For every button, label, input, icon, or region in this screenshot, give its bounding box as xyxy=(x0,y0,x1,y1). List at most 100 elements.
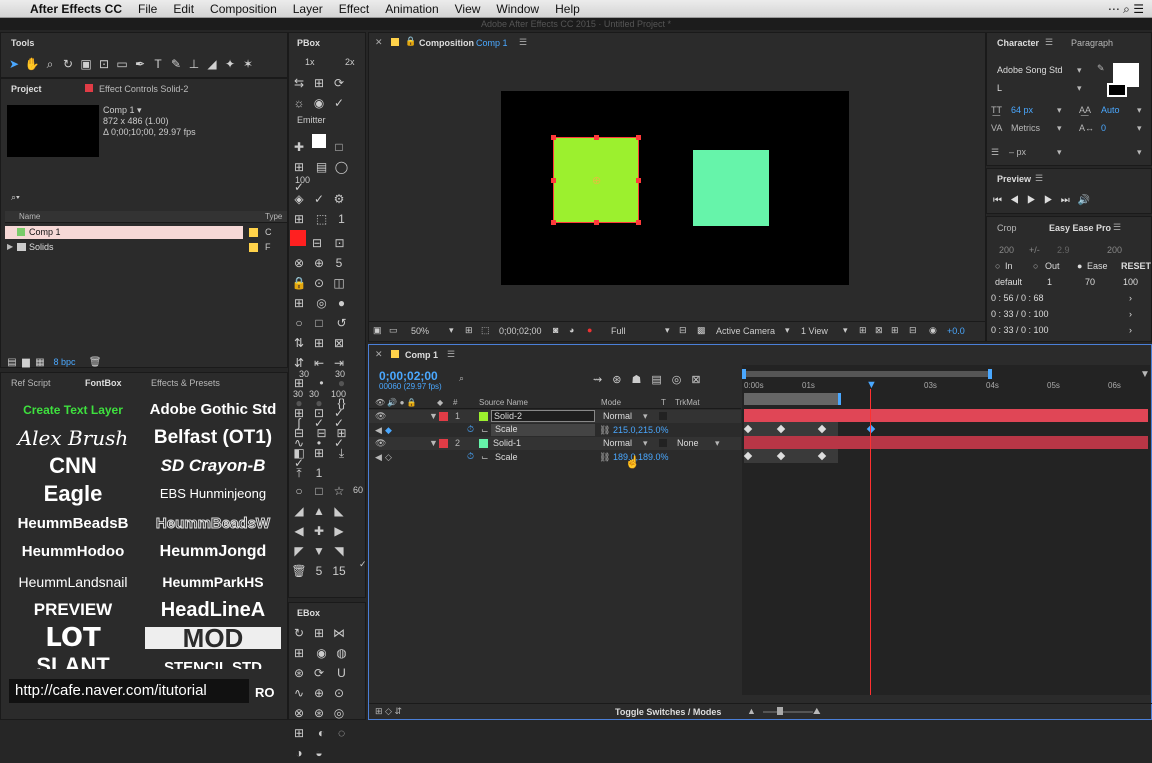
checkmark-icon[interactable]: ✓ xyxy=(330,94,348,112)
kerning-select[interactable]: Metrics xyxy=(1011,123,1040,133)
solid-1-layer[interactable] xyxy=(693,150,769,226)
collapse-arrow-icon[interactable]: ▼ xyxy=(429,411,438,421)
bpc-button[interactable]: 8 bpc xyxy=(54,357,76,367)
font-item[interactable]: HeummParkHS xyxy=(145,569,281,595)
label-column-icon[interactable]: ◆ xyxy=(437,398,443,407)
preset-value[interactable]: 70 xyxy=(1085,277,1095,287)
preset-icon[interactable]: ⊞ xyxy=(333,424,351,442)
lock-icon[interactable]: 🔒 xyxy=(290,274,308,292)
in-label[interactable]: In xyxy=(1005,261,1013,271)
circle-icon[interactable]: ◯ xyxy=(333,158,351,176)
preset-icon[interactable]: ⊟ xyxy=(290,424,308,442)
font-style-select[interactable]: L xyxy=(997,83,1002,93)
layer-name[interactable]: Solid-1 xyxy=(493,438,521,448)
preset-icon[interactable]: ⊛ xyxy=(310,704,328,722)
arrow-right-icon[interactable]: ▶ xyxy=(330,522,348,540)
chevron-down-icon[interactable]: ▾ xyxy=(1137,123,1142,134)
chevron-right-icon[interactable]: › xyxy=(1129,325,1132,335)
upload-icon[interactable]: ⤒ xyxy=(290,464,308,482)
preset-value[interactable]: 100 xyxy=(1123,277,1138,287)
transform-handle[interactable] xyxy=(594,220,599,225)
preset-icon[interactable]: ⇅ xyxy=(290,334,308,352)
keyframe[interactable] xyxy=(866,424,876,434)
preset-icon[interactable]: ◎ xyxy=(330,704,348,722)
prev-frame-icon[interactable]: ◀ xyxy=(1010,195,1027,206)
app-menu[interactable]: After Effects CC xyxy=(22,2,130,16)
chevron-down-icon[interactable]: ▾ xyxy=(1077,65,1082,76)
chevron-down-icon[interactable]: ▾ xyxy=(1077,83,1082,94)
pbox-count[interactable]: 1 xyxy=(333,210,351,228)
grid-icon[interactable]: ⊞ xyxy=(290,644,308,662)
pbox-count[interactable]: 60 xyxy=(353,485,363,495)
font-item[interactable]: EBS Hunminjeong xyxy=(145,481,281,507)
av-switches-icon[interactable]: 👁 🔊 ● 🔒 xyxy=(375,398,417,407)
star-icon[interactable]: ☆ xyxy=(330,482,348,500)
play-icon[interactable]: ▶ xyxy=(1027,195,1044,206)
pbox-value[interactable]: 30 xyxy=(293,389,303,399)
download-icon[interactable]: ⤓ xyxy=(333,444,351,462)
in-radio-icon[interactable]: ○ xyxy=(995,261,1000,271)
comp-name-label[interactable]: Comp 1 ▾ xyxy=(103,105,142,116)
transform-handle[interactable] xyxy=(551,178,556,183)
font-item[interactable]: HeummHodoo xyxy=(5,539,141,565)
menu-layer[interactable]: Layer xyxy=(285,2,331,16)
preset-icon[interactable]: ⊡ xyxy=(310,404,328,422)
emitter-value[interactable]: 100 xyxy=(295,175,310,185)
transform-handle[interactable] xyxy=(551,220,556,225)
chevron-right-icon[interactable]: › xyxy=(1129,293,1132,303)
timeline-layer-row[interactable]: 👁 ▼ 2 Solid-1 Normal ▾ None ▾ xyxy=(369,437,741,450)
safe-zones-icon[interactable]: ⊞ xyxy=(465,325,473,336)
refresh-icon[interactable]: ⟳ xyxy=(310,664,328,682)
circle-outline-icon[interactable]: ○ xyxy=(290,314,308,332)
pen-tool-icon[interactable]: ✒ xyxy=(131,55,149,73)
eyedropper-icon[interactable]: ✎ xyxy=(1097,63,1105,74)
tab-fontbox[interactable]: FontBox xyxy=(85,378,122,388)
scale-value[interactable]: 215.0,215.0% xyxy=(613,425,669,435)
time-graph[interactable]: 0:00s 01s 03s 04s 05s 06s ▼ ▼ xyxy=(742,365,1150,695)
preset-icon[interactable]: ⊞ xyxy=(310,334,328,352)
font-family-select[interactable]: Adobe Song Std xyxy=(997,65,1063,75)
chevron-down-icon[interactable]: ▾ xyxy=(715,438,720,449)
transform-handle[interactable] xyxy=(636,178,641,183)
current-time[interactable]: 0;00;02;00 xyxy=(499,326,542,336)
checkmark-icon[interactable]: ✓ xyxy=(330,404,348,422)
preset-icon[interactable]: ⊞ xyxy=(290,294,308,312)
square-outline-icon[interactable]: □ xyxy=(310,314,328,332)
link-icon[interactable]: ⛓ xyxy=(599,452,610,463)
ease-preset-row[interactable]: 0 : 33 / 0 : 100 xyxy=(991,309,1049,319)
pbox-count[interactable]: 15 xyxy=(330,562,348,580)
toggle-switches-modes-button[interactable]: Toggle Switches / Modes xyxy=(615,707,721,717)
font-item[interactable]: HeummLandsnail xyxy=(5,569,141,595)
project-item-solids[interactable]: ▶ Solids xyxy=(5,241,243,254)
region-icon[interactable]: ⬚ xyxy=(481,325,490,336)
tab-ref-script[interactable]: Ref Script xyxy=(11,378,51,388)
out-radio-icon[interactable]: ○ xyxy=(1033,261,1038,271)
panel-menu-icon[interactable]: ☰ xyxy=(1113,222,1121,233)
loop-icon[interactable]: ↺ xyxy=(333,314,351,332)
hand-tool-icon[interactable]: ✋ xyxy=(23,55,41,73)
close-icon[interactable]: ✕ xyxy=(375,349,383,360)
panel-menu-icon[interactable]: ☰ xyxy=(1035,173,1043,184)
create-text-layer-button[interactable]: Create Text Layer xyxy=(5,397,141,423)
composition-canvas[interactable]: ⊕ xyxy=(501,91,849,285)
preset-icon[interactable]: ◑ xyxy=(290,744,308,762)
preset-value[interactable]: 1 xyxy=(1047,277,1052,287)
checkmark-icon[interactable]: ✓ xyxy=(359,559,367,570)
preset-icon[interactable]: ⊠ xyxy=(330,334,348,352)
selection-tool-icon[interactable]: ➤ xyxy=(5,55,23,73)
panel-menu-icon[interactable]: ☰ xyxy=(1045,37,1053,48)
ease-mid-value[interactable]: 2.9 xyxy=(1057,245,1070,255)
motion-blur-icon[interactable]: ◎ xyxy=(672,374,692,386)
preset-icon[interactable]: ◉ xyxy=(310,94,328,112)
square-outline-icon[interactable]: □ xyxy=(330,138,348,156)
preset-icon[interactable]: ☼ xyxy=(290,94,308,112)
chevron-down-icon[interactable]: ▾ xyxy=(1137,105,1142,116)
show-snapshot-icon[interactable]: ◕ xyxy=(569,325,574,335)
menu-view[interactable]: View xyxy=(447,2,489,16)
label-color-swatch[interactable] xyxy=(249,228,258,237)
trash-icon[interactable]: 🗑 xyxy=(88,354,102,372)
leading-value[interactable]: Auto xyxy=(1101,105,1120,115)
preset-icon[interactable]: ◐ xyxy=(313,724,331,742)
preset-icon[interactable]: ∿ xyxy=(290,684,308,702)
zoom-tool-icon[interactable]: ⌕ xyxy=(41,55,59,73)
